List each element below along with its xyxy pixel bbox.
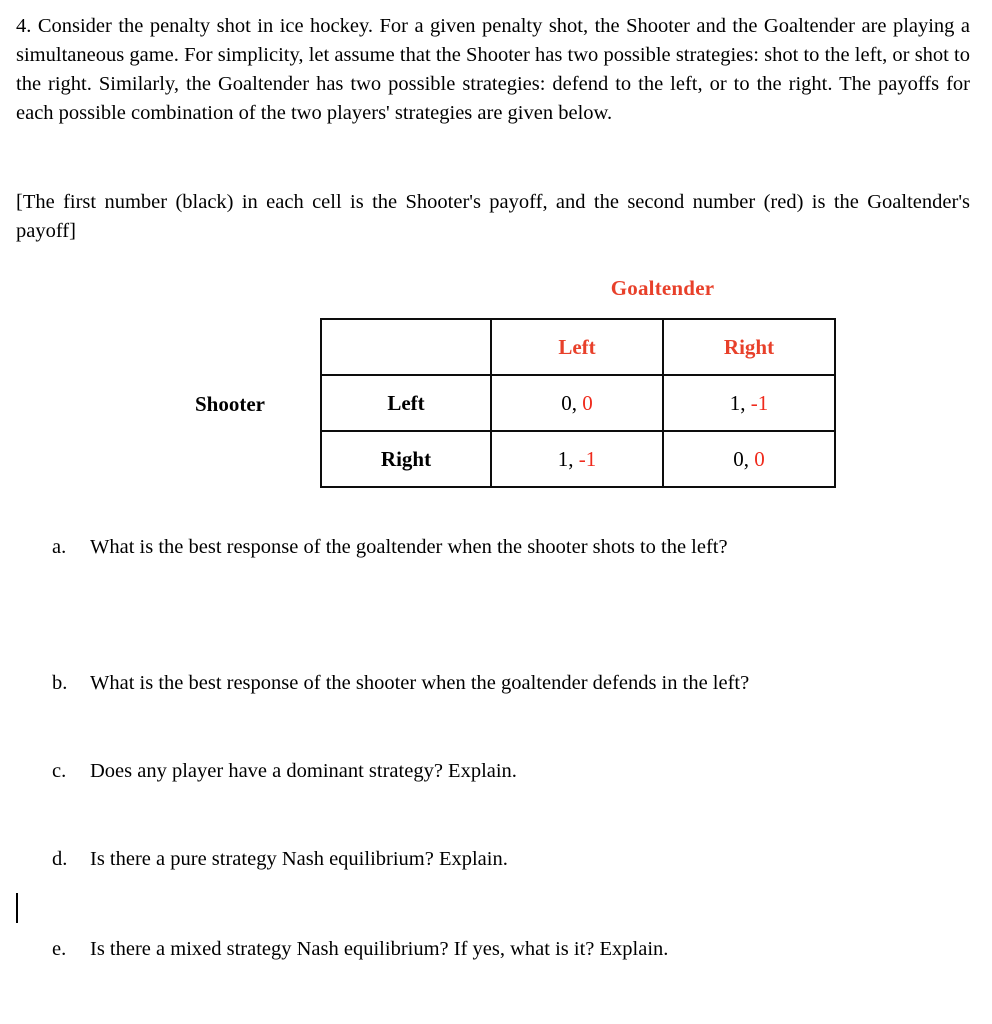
payoff-shooter-value: 0 [733, 446, 744, 471]
list-item-text: Does any player have a dominant strategy… [90, 760, 517, 782]
text-cursor-caret[interactable] [16, 893, 18, 923]
row-player-label: Shooter [195, 392, 265, 416]
payoff-separator: , [568, 446, 574, 471]
column-header-left: Left [490, 318, 664, 376]
list-item: d. Is there a pure strategy Nash equilibr… [52, 845, 952, 873]
matrix-corner-cell [320, 318, 492, 376]
list-item-text: Is there a pure strategy Nash equilibriu… [90, 848, 508, 870]
payoff-legend-block: [The first number (black) in each cell i… [16, 188, 970, 246]
list-item-marker: c. [52, 760, 67, 782]
column-player-label: Goaltender [610, 276, 715, 300]
payoff-matrix-table: Left Right Left 0, 0 1, -1 Right 1, -1 0… [320, 318, 836, 488]
list-item-text: What is the best response of the goalten… [90, 536, 728, 558]
payoff-cell-right-right: 0, 0 [662, 430, 836, 488]
list-item-text: What is the best response of the shooter… [90, 672, 750, 694]
row-header-left: Left [320, 374, 492, 432]
row-header-right: Right [320, 430, 492, 488]
list-item: b. What is the best response of the shoot… [52, 669, 952, 697]
table-row: Left 0, 0 1, -1 [320, 374, 836, 432]
table-row: Right 1, -1 0, 0 [320, 430, 836, 488]
list-item-marker: e. [52, 938, 67, 960]
payoff-cell-left-right: 1, -1 [662, 374, 836, 432]
payoff-cell-left-left: 0, 0 [490, 374, 664, 432]
list-item-marker: b. [52, 672, 68, 694]
payoff-separator: , [743, 446, 749, 471]
list-item: a. What is the best response of the goalt… [52, 533, 952, 561]
payoff-separator: , [740, 390, 746, 415]
list-item-text: Is there a mixed strategy Nash equilibri… [90, 938, 669, 960]
payoff-separator: , [571, 390, 577, 415]
table-row-headers: Left Right [320, 318, 836, 376]
document-page: 4. Consider the penalty shot in ice hock… [0, 0, 992, 1024]
payoff-shooter-value: 0 [561, 390, 572, 415]
intro-block: 4. Consider the penalty shot in ice hock… [16, 12, 970, 128]
payoff-goaltender-value: -1 [578, 446, 597, 471]
payoff-goaltender-value: 0 [754, 446, 765, 471]
list-item-marker: d. [52, 848, 68, 870]
list-item-marker: a. [52, 536, 67, 558]
payoff-cell-right-left: 1, -1 [490, 430, 664, 488]
column-header-right: Right [662, 318, 836, 376]
payoff-shooter-value: 1 [557, 446, 569, 471]
payoff-legend-text: [The first number (black) in each cell i… [16, 191, 970, 242]
payoff-goaltender-value: 0 [582, 390, 593, 415]
payoff-goaltender-value: -1 [750, 390, 769, 415]
intro-paragraph: 4. Consider the penalty shot in ice hock… [16, 15, 970, 124]
list-item: c. Does any player have a dominant strate… [52, 757, 952, 785]
list-item: e. Is there a mixed strategy Nash equilib… [52, 935, 952, 963]
payoff-shooter-value: 1 [729, 390, 741, 415]
